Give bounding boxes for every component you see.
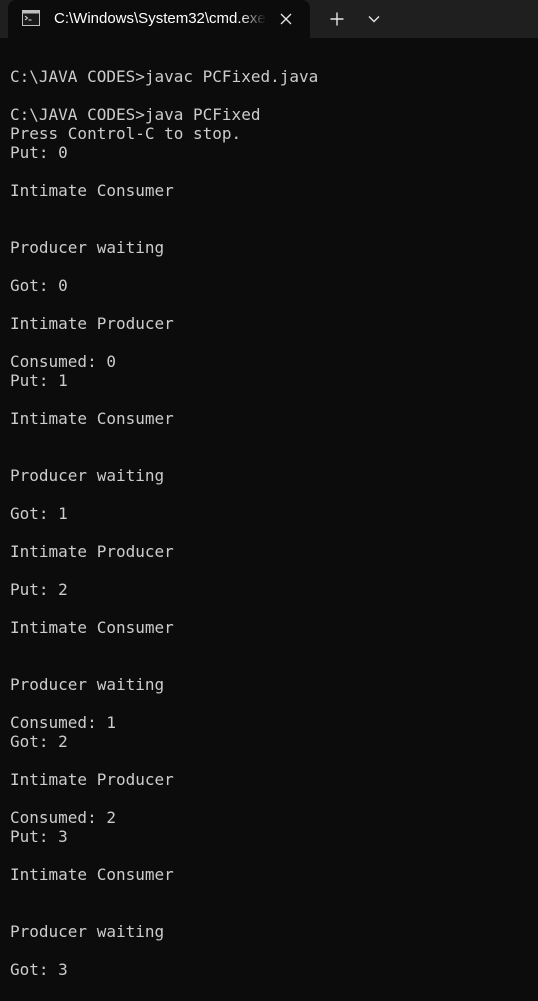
console-line: Producer waiting [10,675,165,694]
console-line: Intimate Producer [10,770,174,789]
plus-icon [330,12,344,26]
console-line: Intimate Consumer [10,409,174,428]
title-bar: C:\Windows\System32\cmd.exe [0,0,538,38]
tab-dropdown-button[interactable] [360,6,388,32]
console-line: Got: 3 [10,960,68,979]
console-output[interactable]: C:\JAVA CODES>javac PCFixed.java C:\JAVA … [0,38,538,1001]
console-line: Put: 0 [10,143,68,162]
console-line: Intimate Producer [10,542,174,561]
cmd-icon [22,10,40,26]
console-line: Producer waiting [10,466,165,485]
console-line: Producer waiting [10,238,165,257]
console-line: Producer waiting [10,922,165,941]
console-line: Put: 3 [10,827,68,846]
console-line: Intimate Producer [10,314,174,333]
console-line: Consumed: 2 [10,808,116,827]
console-line: C:\JAVA CODES>javac PCFixed.java [10,67,319,86]
tab-cmd[interactable]: C:\Windows\System32\cmd.exe [8,0,310,38]
console-line: Consumed: 1 [10,713,116,732]
chevron-down-icon [368,16,380,23]
console-line: C:\JAVA CODES>java PCFixed [10,105,261,124]
console-line: Put: 1 [10,371,68,390]
console-line: Consumed: 0 [10,352,116,371]
tab-title: C:\Windows\System32\cmd.exe [54,10,266,27]
close-icon[interactable] [274,7,298,31]
console-line: Intimate Consumer [10,618,174,637]
console-line: Intimate Consumer [10,865,174,884]
terminal-window: C:\Windows\System32\cmd.exe C:\JAVA CODE… [0,0,538,1001]
console-line: Put: 2 [10,580,68,599]
console-line: Got: 2 [10,732,68,751]
console-line: Got: 0 [10,276,68,295]
console-line: Got: 1 [10,504,68,523]
console-line: Press Control-C to stop. [10,124,242,143]
console-line: Intimate Consumer [10,181,174,200]
new-tab-button[interactable] [322,6,352,32]
